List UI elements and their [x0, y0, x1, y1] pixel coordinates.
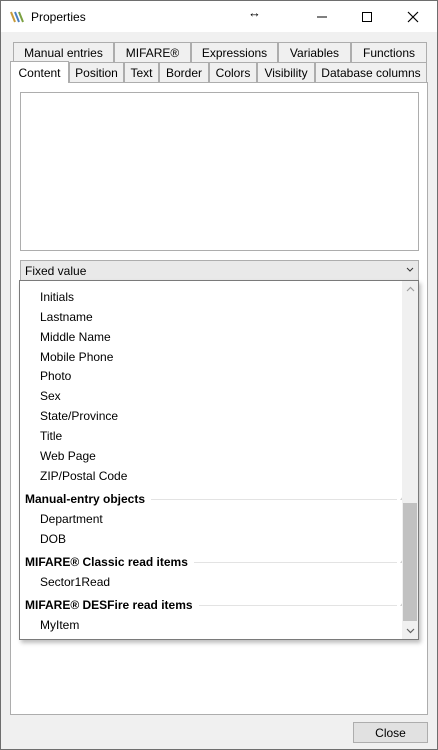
list-item[interactable]: Mobile Phone	[40, 347, 113, 367]
group-header-manual-entry: Manual-entry objects	[25, 488, 406, 510]
tab-row-top: Manual entries MIFARE® Expressions Varia…	[1, 42, 437, 63]
tab-label: Database columns	[321, 65, 421, 80]
group-divider	[198, 604, 397, 606]
tab-expressions[interactable]: Expressions	[191, 42, 278, 62]
minimize-button[interactable]	[299, 1, 345, 32]
source-select-value: Fixed value	[25, 263, 87, 278]
group-title: Manual-entry objects	[25, 492, 146, 506]
properties-window: Properties ↔ Manual entries MIFARE® Expr…	[0, 0, 438, 750]
content-textarea[interactable]	[20, 92, 419, 251]
tab-database-columns[interactable]: Database columns	[315, 62, 427, 82]
source-select[interactable]: Fixed value	[20, 260, 419, 281]
tab-colors[interactable]: Colors	[209, 62, 257, 82]
list-item[interactable]: Middle Name	[40, 327, 111, 347]
tab-label: MIFARE®	[125, 45, 180, 60]
dropdown-scrollbar[interactable]	[402, 281, 418, 639]
list-item[interactable]: Title	[40, 426, 62, 446]
list-item[interactable]: Initials	[40, 287, 74, 307]
tab-label: Functions	[362, 45, 416, 60]
tab-label: Content	[18, 65, 61, 80]
tab-variables[interactable]: Variables	[278, 42, 351, 62]
tab-manual-entries[interactable]: Manual entries	[13, 42, 114, 62]
title-bar: Properties ↔	[1, 1, 437, 32]
list-item[interactable]: MyItem	[40, 615, 79, 635]
maximize-icon	[362, 11, 372, 22]
tab-row-bottom: Content Position Text Border Colors Visi…	[1, 61, 437, 83]
list-item[interactable]: Lastname	[40, 307, 93, 327]
list-item[interactable]: DOB	[40, 529, 66, 549]
close-button-label: Close	[375, 725, 406, 740]
chevron-down-icon	[406, 267, 414, 272]
list-item[interactable]: Photo	[40, 366, 71, 386]
scroll-up-button[interactable]	[402, 281, 418, 297]
dropdown-items: Initials Lastname Middle Name Mobile Pho…	[20, 281, 406, 639]
close-button[interactable]: Close	[353, 722, 428, 743]
tab-label: Expressions	[201, 45, 268, 60]
resize-icon: ↔	[248, 5, 261, 20]
tab-label: Manual entries	[24, 45, 103, 60]
group-title: MIFARE® Classic read items	[25, 555, 188, 569]
list-item[interactable]: State/Province	[40, 406, 118, 426]
app-icon	[10, 11, 24, 23]
tab-label: Variables	[289, 45, 340, 60]
group-divider	[193, 561, 397, 563]
tab-label: Position	[75, 65, 118, 80]
tab-functions[interactable]: Functions	[351, 42, 427, 62]
list-item[interactable]: Sector1Read	[40, 572, 110, 592]
tab-mifare[interactable]: MIFARE®	[114, 42, 191, 62]
tab-border[interactable]: Border	[159, 62, 209, 82]
tab-label: Visibility	[264, 65, 308, 80]
window-title: Properties	[31, 10, 86, 24]
chevron-down-icon	[406, 628, 414, 634]
tab-text[interactable]: Text	[124, 62, 159, 82]
group-title: MIFARE® DESFire read items	[25, 598, 193, 612]
close-window-button[interactable]	[390, 1, 436, 32]
tab-label: Text	[130, 65, 153, 80]
group-divider	[151, 498, 397, 500]
list-item[interactable]: ZIP/Postal Code	[40, 466, 127, 486]
minimize-icon	[317, 16, 327, 17]
list-item[interactable]: Web Page	[40, 446, 96, 466]
close-icon	[407, 11, 419, 22]
group-header-mifare-classic: MIFARE® Classic read items	[25, 551, 406, 573]
scroll-down-button[interactable]	[402, 623, 418, 639]
tab-label: Border	[165, 65, 203, 80]
list-item[interactable]: Department	[40, 509, 103, 529]
tab-label: Colors	[215, 65, 251, 80]
scroll-thumb[interactable]	[403, 503, 417, 621]
maximize-button[interactable]	[344, 1, 390, 32]
tab-content[interactable]: Content	[10, 61, 69, 83]
chevron-up-icon	[406, 286, 414, 292]
tab-position[interactable]: Position	[69, 62, 124, 82]
dropdown-list: Initials Lastname Middle Name Mobile Pho…	[19, 280, 419, 640]
tab-visibility[interactable]: Visibility	[257, 62, 315, 82]
list-item[interactable]: Sex	[40, 386, 61, 406]
group-header-mifare-desfire: MIFARE® DESFire read items	[25, 594, 406, 616]
